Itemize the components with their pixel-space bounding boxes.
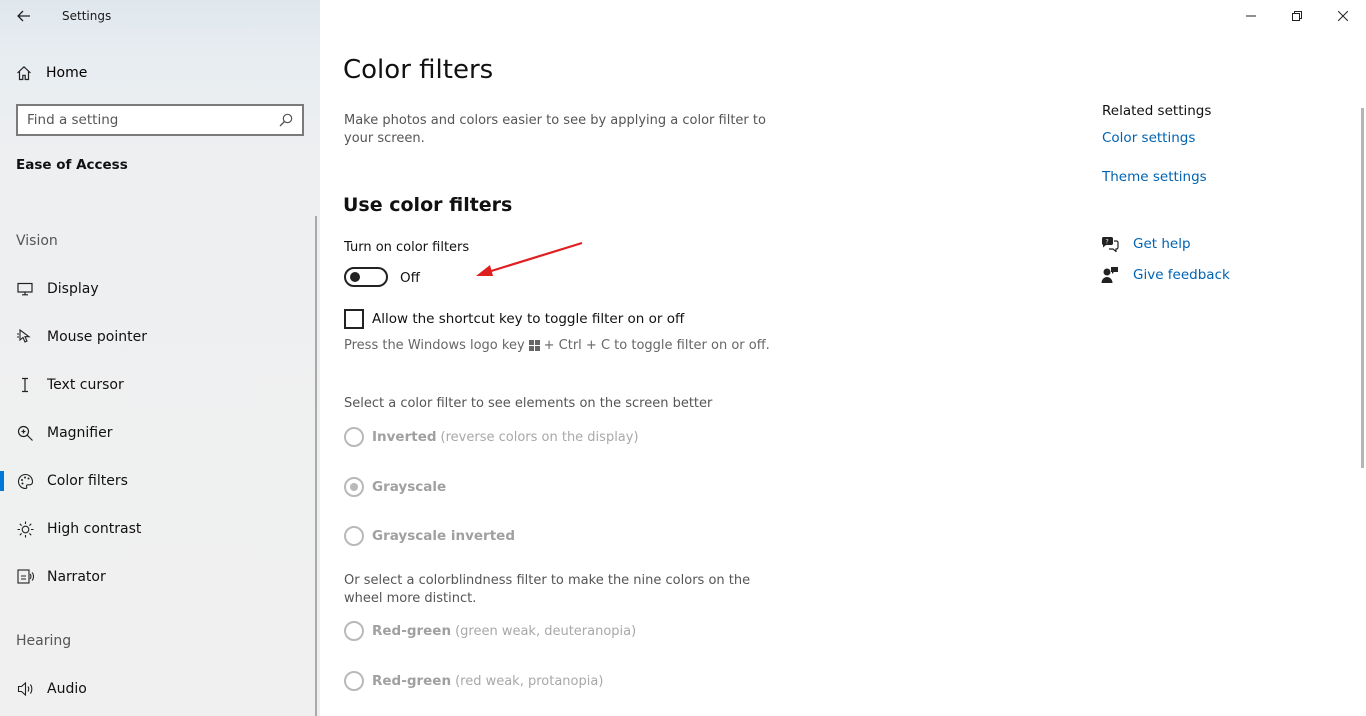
hint-text-after: + Ctrl + C to toggle filter on or off. <box>543 338 770 353</box>
main-scrollbar[interactable] <box>1361 108 1364 468</box>
shortcut-checkbox[interactable] <box>344 309 364 329</box>
radio-label: Red-green <box>372 673 452 689</box>
sun-icon <box>16 520 34 538</box>
radio-button[interactable] <box>344 427 364 447</box>
radio-detail: (reverse colors on the display) <box>440 429 639 445</box>
give-feedback-label: Give feedback <box>1133 267 1230 283</box>
palette-icon <box>16 472 34 490</box>
sidebar-item-label: Mouse pointer <box>47 329 147 345</box>
narrator-icon <box>16 568 34 586</box>
group-label-vision: Vision <box>16 233 58 249</box>
color-filters-toggle[interactable] <box>344 267 388 287</box>
sidebar-item-text-cursor[interactable]: Text cursor <box>0 365 314 405</box>
related-settings-title: Related settings <box>1102 103 1212 119</box>
radio-label: Red-green <box>372 623 452 639</box>
close-icon <box>1338 11 1348 21</box>
close-button[interactable] <box>1320 0 1366 32</box>
section-title: Ease of Access <box>16 157 128 173</box>
svg-text:?: ? <box>1106 239 1109 246</box>
shortcut-checkbox-label: Allow the shortcut key to toggle filter … <box>372 311 685 327</box>
radio-button[interactable] <box>344 621 364 641</box>
sidebar-item-mouse-pointer[interactable]: Mouse pointer <box>0 317 314 357</box>
text-cursor-icon <box>16 376 34 394</box>
color-settings-link[interactable]: Color settings <box>1102 130 1195 146</box>
shortcut-hint: Press the Windows logo key + Ctrl + C to… <box>344 338 770 353</box>
sidebar-item-display[interactable]: Display <box>0 269 314 309</box>
radio-grayscale-inverted[interactable]: Grayscale inverted <box>344 526 515 546</box>
sidebar-item-label: Audio <box>47 681 87 697</box>
annotation-arrow-icon <box>476 241 583 276</box>
sidebar: Settings Home Ease of Access Vision Disp… <box>0 0 320 716</box>
sidebar-item-label: Magnifier <box>47 425 113 441</box>
sidebar-item-home[interactable]: Home <box>16 62 87 84</box>
colorblind-prompt: Or select a colorblindness filter to mak… <box>344 573 751 606</box>
get-help-label: Get help <box>1133 236 1191 252</box>
filter-prompt: Select a color filter to see elements on… <box>344 396 713 411</box>
sidebar-item-color-filters[interactable]: Color filters <box>0 461 314 501</box>
hint-text-before: Press the Windows logo key <box>344 338 525 353</box>
main-content: Color filters Make photos and colors eas… <box>320 0 1366 716</box>
speaker-icon <box>16 680 34 698</box>
feedback-icon <box>1100 265 1120 285</box>
section-heading: Use color filters <box>343 194 513 216</box>
mouse-pointer-icon <box>16 328 34 346</box>
toggle-label: Turn on color filters <box>344 240 470 255</box>
radio-label: Inverted <box>372 429 437 445</box>
page-title: Color filters <box>343 55 494 85</box>
windows-logo-icon <box>528 340 540 351</box>
help-chat-icon: ? <box>1100 234 1120 254</box>
search-input[interactable] <box>27 112 267 128</box>
sidebar-item-narrator[interactable]: Narrator <box>0 557 314 597</box>
restore-icon <box>1292 11 1302 21</box>
search-icon[interactable] <box>278 112 294 128</box>
back-arrow-icon <box>17 10 30 22</box>
group-label-hearing: Hearing <box>16 633 72 649</box>
window-controls <box>1228 0 1366 32</box>
restore-button[interactable] <box>1274 0 1320 32</box>
back-button[interactable] <box>12 4 36 28</box>
radio-detail: (red weak, protanopia) <box>455 673 604 689</box>
theme-settings-link[interactable]: Theme settings <box>1102 169 1207 185</box>
radio-button[interactable] <box>344 671 364 691</box>
sidebar-item-audio[interactable]: Audio <box>0 669 314 709</box>
search-box[interactable] <box>16 104 304 136</box>
sidebar-scrollbar[interactable] <box>315 216 317 716</box>
minimize-button[interactable] <box>1228 0 1274 32</box>
app-title: Settings <box>62 9 112 23</box>
minimize-icon <box>1246 15 1256 17</box>
sidebar-item-label: Display <box>47 281 99 297</box>
radio-detail: (green weak, deuteranopia) <box>455 623 637 639</box>
home-icon <box>17 65 31 81</box>
toggle-state-label: Off <box>400 270 420 286</box>
get-help-link[interactable]: ? Get help <box>1100 234 1191 254</box>
radio-label: Grayscale inverted <box>372 528 515 544</box>
radio-inverted[interactable]: Inverted (reverse colors on the display) <box>344 427 639 447</box>
radio-button[interactable] <box>344 477 364 497</box>
shortcut-checkbox-row[interactable]: Allow the shortcut key to toggle filter … <box>344 309 684 329</box>
monitor-icon <box>16 280 34 298</box>
toggle-knob <box>350 272 360 282</box>
magnifier-icon <box>16 424 34 442</box>
radio-label: Grayscale <box>372 479 447 495</box>
page-description: Make photos and colors easier to see by … <box>344 113 766 146</box>
radio-button[interactable] <box>344 526 364 546</box>
sidebar-item-label: Text cursor <box>47 377 124 393</box>
radio-protanopia[interactable]: Red-green (red weak, protanopia) <box>344 671 603 691</box>
radio-grayscale[interactable]: Grayscale <box>344 477 446 497</box>
sidebar-item-high-contrast[interactable]: High contrast <box>0 509 314 549</box>
sidebar-item-magnifier[interactable]: Magnifier <box>0 413 314 453</box>
give-feedback-link[interactable]: Give feedback <box>1100 265 1230 285</box>
sidebar-item-label: Narrator <box>47 569 106 585</box>
sidebar-item-label: Home <box>46 65 88 81</box>
sidebar-item-label: High contrast <box>47 521 142 537</box>
radio-deuteranopia[interactable]: Red-green (green weak, deuteranopia) <box>344 621 636 641</box>
sidebar-item-label: Color filters <box>47 473 128 489</box>
